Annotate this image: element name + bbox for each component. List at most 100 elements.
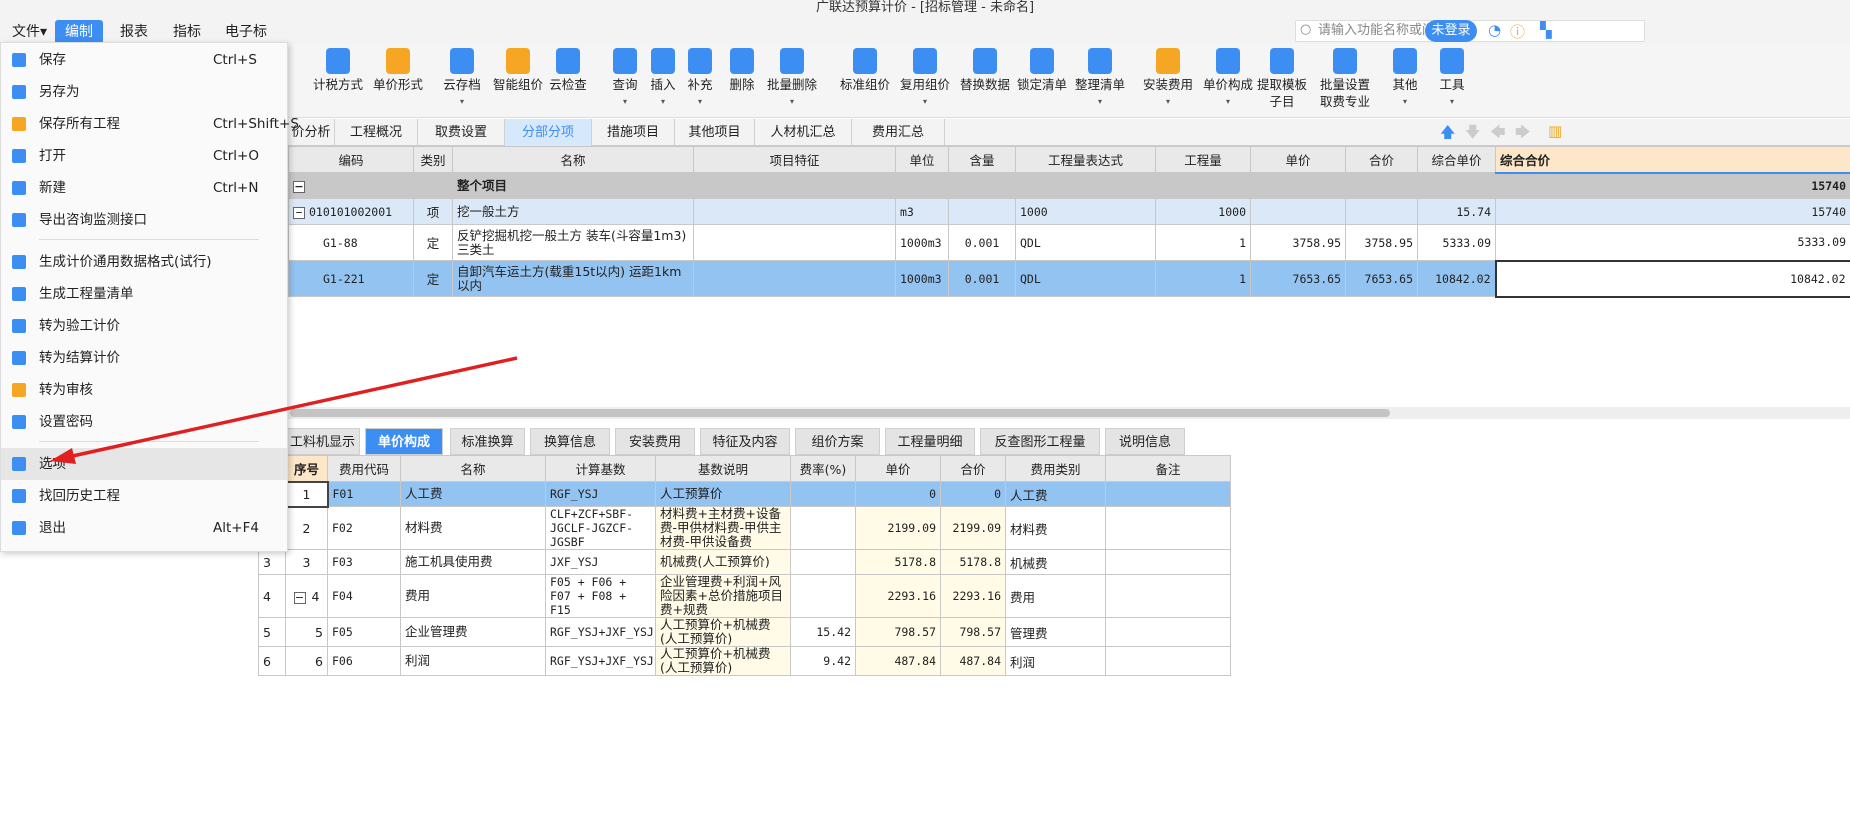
menu-item-save[interactable]: 保存 Ctrl+S [1, 44, 287, 76]
menu-item-lock[interactable]: 设置密码 [1, 406, 287, 438]
table-cell[interactable]: 2 [285, 506, 328, 550]
table-cell[interactable]: 6 [285, 646, 328, 676]
tab-4[interactable]: 措施项目 [592, 119, 675, 146]
menu-index[interactable]: 指标 [163, 20, 211, 44]
menu-item-convert-settlement[interactable]: 转为结算计价 [1, 342, 287, 374]
table-row[interactable]: 4−4 F04 费用 F05 + F06 + F07 + F08 + F15 企业管理费… [258, 574, 1231, 618]
tab-3[interactable]: 分部分项 [505, 119, 592, 146]
move-up-icon[interactable]: 🡅 [1440, 122, 1455, 147]
table-row[interactable]: 22F02材料费CLF+ZCF+SBF-JGCLF-JGZCF-JGSBF材料费… [258, 506, 1231, 550]
support-icon[interactable]: ◔ [1488, 21, 1501, 39]
column-header[interactable]: 费用代码 [327, 455, 401, 482]
table-row[interactable]: 3 3 F03 施工机具使用费 JXF_YSJ 机械费(人工预算价) 5178.8 5178.… [258, 549, 1231, 575]
toolbar-button-15[interactable]: 安装费用 ▾ [1138, 48, 1198, 110]
collapse-icon[interactable]: − [293, 206, 305, 219]
toolbar-button-11[interactable]: 复用组价 ▾ [895, 48, 955, 110]
table-cell[interactable]: 5 [285, 617, 328, 647]
column-header[interactable]: 备注 [1105, 455, 1231, 482]
menu-item-generate-list[interactable]: 生成工程量清单 [1, 278, 287, 310]
table-row[interactable]: − 整个项目 15740 [288, 172, 1850, 199]
menu-item-convert-audit[interactable]: 转为审核 [1, 374, 287, 406]
toolbar-button-18[interactable]: 批量设置取费专业 [1315, 48, 1375, 110]
column-header[interactable]: 含量 [948, 146, 1016, 173]
table-row[interactable]: 6 6 F06 利润 RGF_YSJ+JXF_YSJ 人工预算价+机械费(人工预算价) 9.… [258, 646, 1231, 676]
column-header[interactable]: 基数说明 [655, 455, 791, 482]
menu-item-save-as[interactable]: 另存为 [1, 76, 287, 108]
column-header[interactable]: 合价 [1345, 146, 1418, 173]
bottom-tab-7[interactable]: 工程量明细 [885, 428, 975, 455]
table-cell[interactable]: 5333.09 [1495, 224, 1850, 261]
bottom-tab-0[interactable]: 工料机显示 [285, 428, 360, 455]
menu-item-xml-export[interactable]: 导出咨询监测接口 [1, 204, 287, 236]
tab-7[interactable]: 费用汇总 [852, 119, 945, 146]
menu-item-generate-data[interactable]: 生成计价通用数据格式(试行) [1, 246, 287, 278]
column-header[interactable]: 综合单价 [1417, 146, 1496, 173]
menu-item-options-grid[interactable]: 选项 [1, 448, 287, 480]
toolbar-button-2[interactable]: 云存档 ▾ [432, 48, 492, 110]
table-cell[interactable]: −4 [285, 574, 328, 618]
column-header[interactable]: 项目特征 [693, 146, 896, 173]
column-header[interactable]: 单位 [895, 146, 949, 173]
column-header[interactable]: 序号 [285, 455, 328, 482]
move-down-icon[interactable]: 🡇 [1465, 122, 1480, 147]
menu-item-new-file[interactable]: 新建 Ctrl+N [1, 172, 287, 204]
column-header[interactable]: 单价 [855, 455, 941, 482]
table-cell[interactable]: 1 [284, 480, 329, 508]
menu-report[interactable]: 报表 [110, 20, 158, 44]
table-cell[interactable]: 10842.02 [1494, 259, 1850, 298]
help-icon[interactable]: ⓘ [1510, 21, 1525, 42]
toolbar-button-9[interactable]: 批量删除 ▾ [762, 48, 822, 110]
column-header[interactable]: 类别 [413, 146, 453, 173]
layout-icon[interactable]: ▚ [1540, 21, 1552, 39]
toolbar-button-17[interactable]: 提取模板子目 [1252, 48, 1312, 110]
scrollbar-thumb[interactable] [290, 409, 1390, 417]
toolbar-button-20[interactable]: 工具 ▾ [1422, 48, 1482, 110]
toolbar-button-13[interactable]: 锁定清单 [1012, 48, 1072, 93]
menu-item-save-all[interactable]: 保存所有工程 Ctrl+Shift+S [1, 108, 299, 140]
menu-item-history[interactable]: 找回历史工程 [1, 480, 287, 512]
move-right-icon[interactable]: 🡆 [1515, 122, 1531, 147]
collapse-icon[interactable]: − [293, 591, 306, 604]
tab-1[interactable]: 工程概况 [335, 119, 418, 146]
bottom-tab-8[interactable]: 反查图形工程量 [980, 428, 1100, 455]
bottom-tab-4[interactable]: 安装费用 [615, 428, 695, 455]
table-row[interactable]: G1-88 定 反铲挖掘机挖一般土方 装车(斗容量1m3) 三类土 1000m3 0.0… [288, 224, 1850, 261]
column-settings-icon[interactable]: ▥ [1548, 122, 1562, 140]
table-cell[interactable]: 15740 [1495, 172, 1850, 199]
bottom-tab-5[interactable]: 特征及内容 [700, 428, 790, 455]
toolbar-button-16[interactable]: 单价构成 ▾ [1198, 48, 1258, 110]
table-row[interactable]: 11F01人工费RGF_YSJ人工预算价00人工费 [258, 480, 1231, 508]
table-row[interactable]: 5 5 F05 企业管理费 RGF_YSJ+JXF_YSJ 人工预算价+机械费(人工预算价… [258, 617, 1231, 647]
login-button[interactable]: 未登录 [1425, 20, 1477, 42]
table-cell[interactable]: 15740 [1495, 198, 1850, 225]
toolbar-button-14[interactable]: 整理清单 ▾ [1070, 48, 1130, 110]
bottom-tab-3[interactable]: 换算信息 [530, 428, 610, 455]
collapse-icon[interactable]: − [293, 181, 305, 193]
column-header[interactable]: 编码 [288, 146, 414, 173]
tab-2[interactable]: 取费设置 [418, 119, 505, 146]
bottom-tab-6[interactable]: 组价方案 [795, 428, 880, 455]
bottom-tab-1[interactable]: 单价构成 [365, 428, 443, 455]
toolbar-button-12[interactable]: 替换数据 [955, 48, 1015, 93]
move-left-icon[interactable]: 🡄 [1490, 122, 1506, 147]
table-row[interactable]: G1-221 定 自卸汽车运土方(载重15t以内) 运距1km以内 1000m3 0.0… [288, 259, 1850, 298]
column-header[interactable]: 名称 [400, 455, 546, 482]
column-header[interactable]: 计算基数 [545, 455, 656, 482]
bottom-tab-9[interactable]: 说明信息 [1105, 428, 1185, 455]
table-cell[interactable]: 3 [285, 549, 328, 575]
menu-item-folder-open[interactable]: 打开 Ctrl+O [1, 140, 287, 172]
menu-item-power[interactable]: 退出 Alt+F4 [1, 512, 287, 544]
column-header[interactable]: 合价 [940, 455, 1006, 482]
column-header[interactable]: 单价 [1250, 146, 1346, 173]
column-header[interactable]: 综合合价 [1495, 146, 1850, 174]
column-header[interactable]: 名称 [452, 146, 694, 173]
menu-e-bid[interactable]: 电子标 [215, 20, 277, 44]
column-header[interactable]: 费率(%) [790, 455, 856, 482]
menu-item-convert-acceptance[interactable]: 转为验工计价 [1, 310, 287, 342]
bottom-tab-2[interactable]: 标准换算 [450, 428, 525, 455]
column-header[interactable]: 费用类别 [1005, 455, 1106, 482]
menu-edit[interactable]: 编制 [55, 20, 103, 44]
toolbar-button-4[interactable]: 云检查 [538, 48, 598, 93]
column-header[interactable]: 工程量 [1155, 146, 1251, 173]
toolbar-button-0[interactable]: 计税方式 [308, 48, 368, 93]
